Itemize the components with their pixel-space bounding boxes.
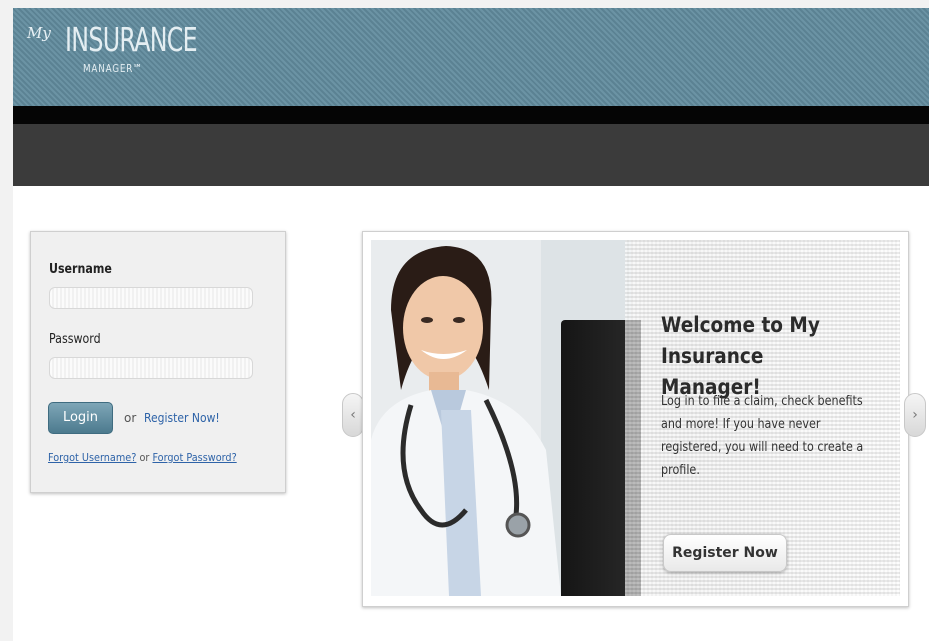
password-label: Password xyxy=(49,332,101,347)
slider-prev-button[interactable]: ‹ xyxy=(342,393,364,437)
nav-bar xyxy=(13,124,929,186)
forgot-links: Forgot Username? or Forgot Password? xyxy=(48,451,237,464)
username-input[interactable] xyxy=(49,287,253,309)
logo-title: INSURANCE xyxy=(65,20,198,59)
login-button[interactable]: Login xyxy=(48,402,113,434)
register-now-button[interactable]: Register Now xyxy=(663,534,787,572)
logo-signature: My xyxy=(27,24,51,42)
password-input[interactable] xyxy=(49,357,253,379)
logo-subtitle: MANAGER℠ xyxy=(83,62,143,75)
welcome-description: Log in to file a claim, check benefits a… xyxy=(661,394,864,478)
login-panel: Username Password Login or Register Now!… xyxy=(30,231,286,493)
forgot-password-link[interactable]: Forgot Password? xyxy=(152,451,236,464)
or-text: or xyxy=(124,411,137,425)
slider-next-button[interactable]: › xyxy=(904,393,926,437)
forgot-or-text: or xyxy=(139,451,150,464)
forgot-username-link[interactable]: Forgot Username? xyxy=(48,451,136,464)
page: My INSURANCE MANAGER℠ Username Password … xyxy=(13,8,929,641)
username-label: Username xyxy=(49,262,112,277)
header-divider xyxy=(13,106,929,124)
chevron-left-icon: ‹ xyxy=(350,407,356,423)
register-link[interactable]: Register Now! xyxy=(144,411,220,425)
site-header: My INSURANCE MANAGER℠ xyxy=(13,8,929,106)
welcome-slide: Welcome to My Insurance Manager! Log in … xyxy=(371,240,900,596)
welcome-slider: Welcome to My Insurance Manager! Log in … xyxy=(362,231,909,607)
welcome-text-panel: Welcome to My Insurance Manager! Log in … xyxy=(625,240,900,596)
chevron-right-icon: › xyxy=(912,407,918,423)
